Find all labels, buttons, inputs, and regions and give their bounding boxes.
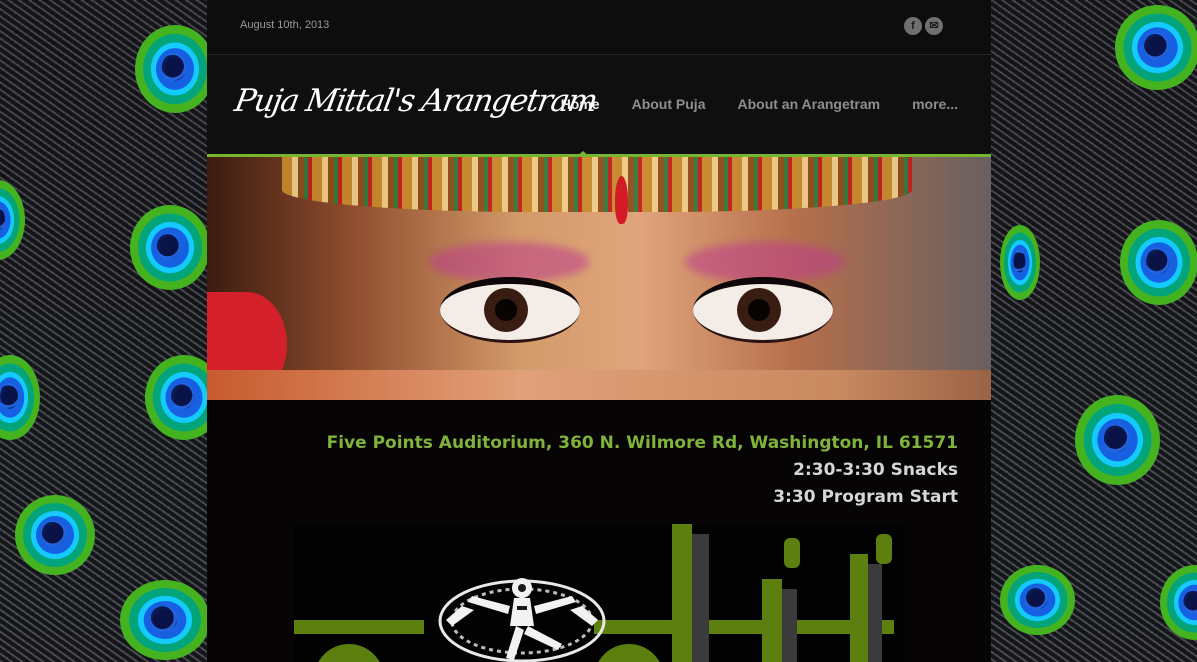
nataraja-dancer-icon <box>438 578 606 662</box>
peacock-feather-eye <box>1000 225 1040 300</box>
logo-letter-stroke <box>784 538 800 568</box>
post-date: August 10th, 2013 <box>240 19 330 31</box>
peacock-feather-eye <box>0 180 25 260</box>
event-program-start: 3:30 Program Start <box>773 487 958 507</box>
peacock-feather-eye <box>0 355 40 440</box>
eyeshadow-left <box>429 242 589 282</box>
event-info: Five Points Auditorium, 360 N. Wilmore R… <box>207 430 991 511</box>
social-links: f ✉ <box>904 17 943 35</box>
nav-item-about-arangetram[interactable]: About an Arangetram <box>737 96 880 112</box>
logo-letter-stroke <box>594 620 894 634</box>
logo-letter-shadow <box>866 564 882 662</box>
jewelry-headpiece <box>282 157 912 212</box>
peacock-feather-eye <box>15 495 95 575</box>
peacock-feather-eye <box>135 25 215 113</box>
logo-letter-stroke <box>294 620 424 634</box>
main-content: Five Points Auditorium, 360 N. Wilmore R… <box>207 400 991 662</box>
arms <box>207 370 991 400</box>
nav-item-more[interactable]: more... <box>912 96 958 112</box>
logo-letter-shadow <box>689 534 709 662</box>
facebook-icon[interactable]: f <box>904 17 922 35</box>
top-bar: August 10th, 2013 f ✉ <box>207 0 991 55</box>
bindi <box>615 176 628 224</box>
nav-item-about-puja[interactable]: About Puja <box>632 96 706 112</box>
nav-item-home[interactable]: Home <box>561 96 600 112</box>
eye-left <box>440 277 580 343</box>
logo-letter-stroke <box>314 644 384 662</box>
event-venue: Five Points Auditorium, 360 N. Wilmore R… <box>326 433 958 453</box>
hero-banner-image <box>207 157 991 400</box>
logo-letter-stroke <box>850 554 868 662</box>
main-nav: Home About Puja About an Arangetram more… <box>561 96 958 112</box>
peacock-feather-eye <box>1115 5 1197 90</box>
peacock-feather-eye <box>1000 565 1075 635</box>
page-container: August 10th, 2013 f ✉ Puja Mittal's Aran… <box>207 0 991 662</box>
logo-letter-stroke <box>762 579 782 662</box>
eyeshadow-right <box>685 242 845 282</box>
peacock-feather-eye <box>1160 565 1197 640</box>
site-header: Puja Mittal's Arangetram Home About Puja… <box>207 55 991 157</box>
peacock-feather-eye <box>130 205 210 290</box>
site-title[interactable]: Puja Mittal's Arangetram <box>232 83 599 119</box>
peacock-feather-eye <box>1120 220 1197 305</box>
peacock-feather-eye <box>120 580 210 660</box>
eye-right <box>693 277 833 343</box>
event-snacks: 2:30-3:30 Snacks <box>793 460 958 480</box>
peacock-feather-eye <box>1075 395 1160 485</box>
event-logo-image <box>294 524 904 662</box>
logo-letter-stroke <box>672 524 692 662</box>
email-icon[interactable]: ✉ <box>925 17 943 35</box>
logo-letter-stroke <box>876 534 892 564</box>
